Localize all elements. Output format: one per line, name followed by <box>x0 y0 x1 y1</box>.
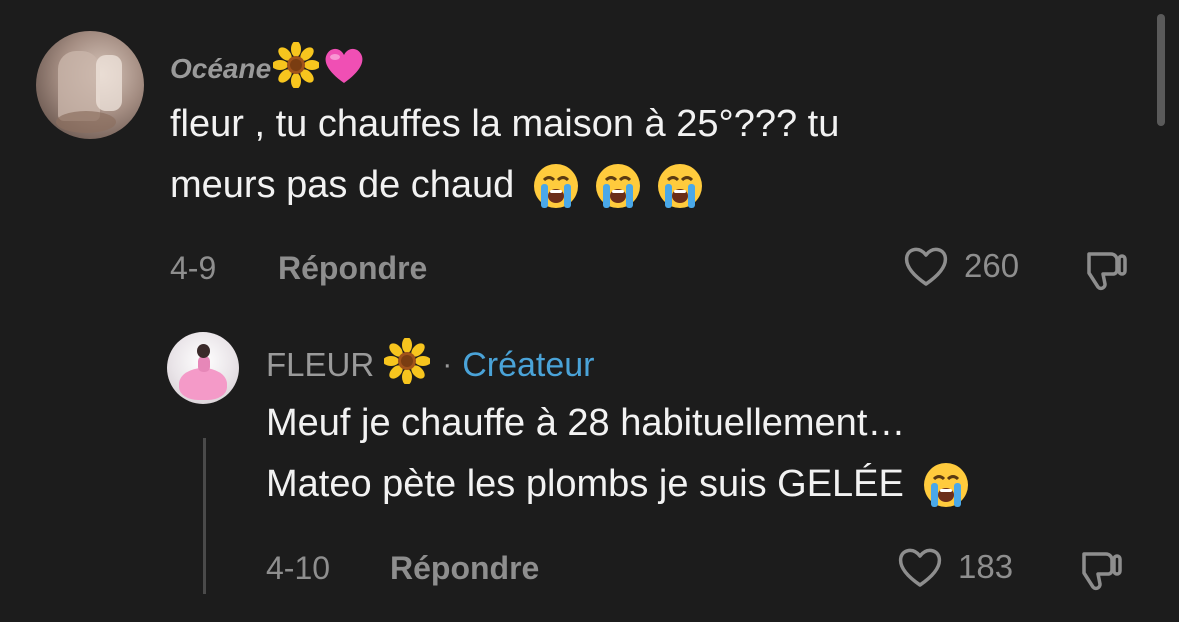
creator-badge: Créateur <box>462 345 595 384</box>
heart-outline-icon <box>898 548 942 587</box>
scrollbar[interactable] <box>1157 14 1165 126</box>
crying-face-emoji <box>923 462 968 507</box>
thumbs-down-icon[interactable] <box>1081 246 1131 296</box>
comment-line: Mateo pète les plombs je suis GELÉE <box>266 454 970 515</box>
comment-author[interactable]: FLEUR · Créateur <box>266 337 595 392</box>
crying-face-emoji <box>534 163 579 208</box>
comment-line: Meuf je chauffe à 28 habituellement… <box>266 402 906 444</box>
crying-face-emoji <box>596 163 641 208</box>
comment-text: fleur , tu chauffes la maison à 25°??? t… <box>170 94 839 216</box>
comment-date: 4-10 <box>266 550 331 586</box>
like-button[interactable]: 260 <box>902 244 1019 288</box>
comment-text: Meuf je chauffe à 28 habituellement… Mat… <box>266 393 970 515</box>
avatar[interactable] <box>36 31 144 139</box>
comment-line-text: Mateo pète les plombs je suis GELÉE <box>266 463 904 505</box>
pink-heart-emoji <box>323 45 365 92</box>
comment-line-text: meurs pas de chaud <box>170 164 515 206</box>
thumbs-down-icon[interactable] <box>1076 546 1126 596</box>
reply-button[interactable]: Répondre <box>278 250 427 287</box>
like-button[interactable]: 183 <box>896 545 1013 589</box>
separator-dot: · <box>442 348 453 381</box>
comments-panel: Océane fleur , tu chauffes la maison à 2… <box>0 0 1179 622</box>
like-count: 260 <box>964 247 1020 284</box>
reply-button[interactable]: Répondre <box>390 550 539 587</box>
emoji-group <box>532 162 704 210</box>
heart-outline-icon <box>904 247 948 286</box>
author-name: FLEUR <box>266 346 375 383</box>
comment-author[interactable]: Océane <box>170 41 365 95</box>
avatar[interactable] <box>167 332 239 404</box>
reply-thread-line <box>203 438 206 594</box>
comment-line: meurs pas de chaud <box>170 155 839 216</box>
sunflower-emoji <box>272 41 321 95</box>
comment-line: fleur , tu chauffes la maison à 25°??? t… <box>170 103 840 145</box>
comment-date: 4-9 <box>170 250 217 286</box>
like-count: 183 <box>958 548 1014 585</box>
author-name: Océane <box>170 52 272 84</box>
crying-face-emoji <box>658 163 703 208</box>
sunflower-emoji <box>383 337 432 392</box>
